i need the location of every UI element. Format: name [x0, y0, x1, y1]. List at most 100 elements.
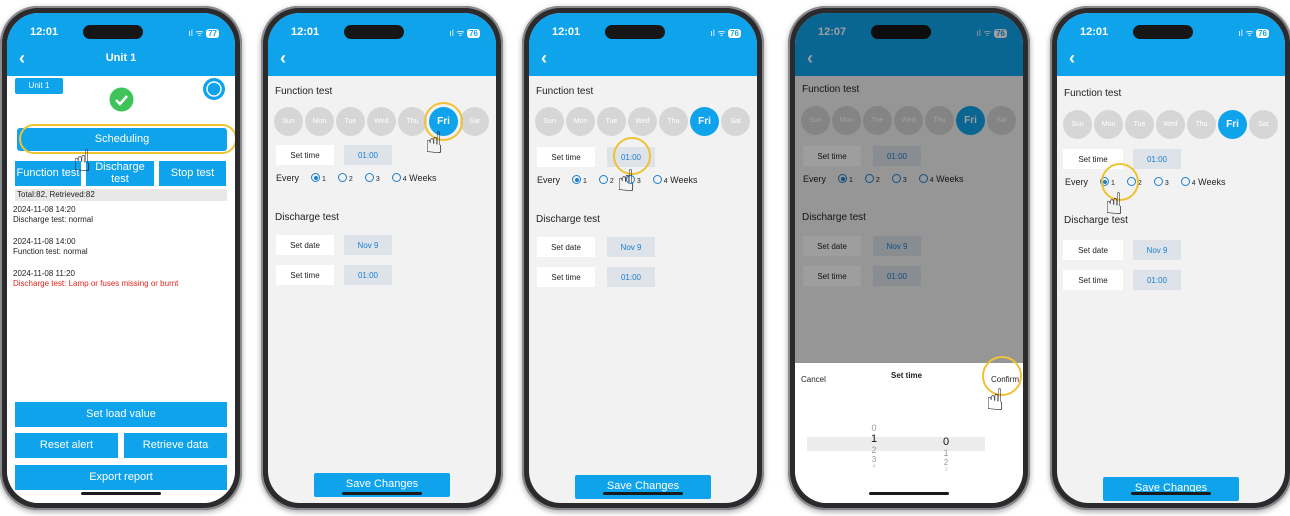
day-tue[interactable]: Tue [336, 107, 365, 136]
back-button[interactable]: ‹ [1069, 48, 1075, 69]
reset-alert-button[interactable]: Reset alert [15, 433, 118, 458]
tap-highlight-ring [19, 124, 235, 154]
unit-badge[interactable]: Unit 1 [15, 78, 63, 94]
day-wed[interactable]: Wed [628, 107, 657, 136]
hour-wheel[interactable]: 0 1 2 3 4 [867, 423, 881, 470]
day-mon[interactable]: Mon [1094, 110, 1123, 139]
screen-schedule-picker: 12:07 ıl ᯤ 76 ‹ Function test Sun Mon Tu… [795, 13, 1023, 503]
pointing-hand-icon: ☝ [617, 165, 636, 198]
battery-icon: 77 [206, 29, 219, 38]
discharge-date-field[interactable]: Nov 9 [1133, 240, 1181, 260]
minute-option: 1 [943, 448, 949, 458]
top-bar: 12:01 ıl ᯤ 76 ‹ [268, 13, 496, 76]
day-wed[interactable]: Wed [1156, 110, 1185, 139]
top-bar: 12:01 ıl ᯤ 76 ‹ [529, 13, 757, 76]
radio-4-label: 4 [1191, 180, 1196, 187]
radio-2[interactable] [337, 173, 347, 182]
status-time: 12:01 [1080, 26, 1109, 38]
function-test-title: Function test [1064, 88, 1122, 99]
radio-4-label: 4 [663, 178, 668, 185]
set-time-label: Set time [276, 145, 334, 165]
day-tue[interactable]: Tue [597, 107, 626, 136]
home-indicator [603, 492, 683, 495]
radio-4[interactable] [1180, 177, 1190, 186]
radio-2[interactable] [598, 175, 608, 184]
screen-schedule: 12:01 ıl ᯤ 76 ‹ Function test Sun Mon Tu… [268, 13, 496, 503]
radio-2-label: 2 [348, 176, 353, 183]
day-thu[interactable]: Thu [398, 107, 427, 136]
day-sun[interactable]: Sun [535, 107, 564, 136]
signal-icon: ıl [710, 28, 715, 38]
radio-1-selected[interactable] [311, 173, 321, 182]
day-fri-selected[interactable]: Fri [690, 107, 719, 136]
minute-wheel[interactable]: 0 1 2 3 [939, 436, 953, 473]
home-indicator [342, 492, 422, 495]
every-label: Every [1065, 177, 1089, 187]
set-time-label: Set time [276, 265, 334, 285]
function-time-field[interactable]: 01:00 [344, 145, 392, 165]
hour-option: 2 [871, 445, 877, 455]
record-text-alert: Discharge test: Lamp or fuses missing or… [13, 278, 179, 288]
weeks-label: Weeks [1198, 177, 1226, 187]
discharge-test-title: Discharge test [536, 214, 600, 225]
back-button[interactable]: ‹ [280, 48, 286, 69]
retrieve-data-button[interactable]: Retrieve data [124, 433, 227, 458]
day-sun[interactable]: Sun [1063, 110, 1092, 139]
phone-unit-detail: 12:01 ıl ᯤ 77 ‹ Unit 1 Unit 1 Scheduling… [0, 6, 242, 510]
radio-3[interactable] [364, 173, 374, 182]
day-sun[interactable]: Sun [274, 107, 303, 136]
status-bar: 12:01 ıl ᯤ 76 [1057, 23, 1285, 39]
export-report-button[interactable]: Export report [15, 465, 227, 490]
discharge-time-field[interactable]: 01:00 [344, 265, 392, 285]
day-sat[interactable]: Sat [1249, 110, 1278, 139]
day-mon[interactable]: Mon [305, 107, 334, 136]
discharge-time-field[interactable]: 01:00 [1133, 270, 1181, 290]
picker-cancel-button[interactable]: Cancel [801, 375, 826, 384]
day-sat[interactable]: Sat [721, 107, 750, 136]
record-item: 2024-11-08 14:00 Function test: normal [13, 237, 88, 256]
status-icons: ıl ᯤ 76 [449, 26, 480, 39]
radio-2-label: 2 [609, 178, 614, 185]
radio-3[interactable] [1153, 177, 1163, 186]
radio-4[interactable] [391, 173, 401, 182]
status-time: 12:01 [291, 26, 320, 38]
save-changes-button[interactable]: Save Changes [575, 475, 711, 499]
day-sat[interactable]: Sat [460, 107, 489, 136]
save-changes-button[interactable]: Save Changes [1103, 477, 1239, 501]
status-ok-icon [109, 87, 134, 112]
screen-schedule: 12:01 ıl ᯤ 76 ‹ Function test Sun Mon Tu… [529, 13, 757, 503]
stop-test-button[interactable]: Stop test [159, 161, 226, 186]
back-button[interactable]: ‹ [541, 48, 547, 69]
function-test-button[interactable]: Function test [15, 161, 81, 186]
discharge-time-field[interactable]: 01:00 [607, 267, 655, 287]
signal-icon: ıl [188, 28, 193, 38]
day-thu[interactable]: Thu [659, 107, 688, 136]
set-load-value-button[interactable]: Set load value [15, 402, 227, 427]
hour-option: 3 [871, 455, 877, 464]
set-time-label: Set time [537, 147, 595, 167]
phone-schedule-select-frequency: 12:01 ıl ᯤ 76 ‹ Function test Sun Mon Tu… [1050, 6, 1290, 510]
radio-3-label: 3 [636, 178, 641, 185]
record-text: Discharge test: normal [13, 214, 94, 224]
discharge-date-field[interactable]: Nov 9 [607, 237, 655, 257]
pointing-hand-icon: ☝ [73, 145, 92, 178]
device-icon[interactable] [202, 77, 226, 101]
records-summary: Total:82, Retrieved:82 [15, 189, 227, 201]
day-tue[interactable]: Tue [1125, 110, 1154, 139]
home-indicator [1131, 492, 1211, 495]
day-mon[interactable]: Mon [566, 107, 595, 136]
function-time-field[interactable]: 01:00 [1133, 149, 1181, 169]
radio-1-selected[interactable] [572, 175, 582, 184]
pointing-hand-icon: ☝ [425, 127, 444, 160]
day-wed[interactable]: Wed [367, 107, 396, 136]
radio-4[interactable] [652, 175, 662, 184]
wifi-icon: ᯤ [195, 28, 204, 38]
day-fri-selected[interactable]: Fri [1218, 110, 1247, 139]
pointing-hand-icon: ☝ [986, 384, 1005, 417]
home-indicator [869, 492, 949, 495]
day-thu[interactable]: Thu [1187, 110, 1216, 139]
minute-option-selected: 0 [942, 436, 950, 448]
modal-dim-overlay[interactable] [795, 13, 1023, 363]
discharge-test-button[interactable]: Discharge test [86, 161, 154, 186]
discharge-date-field[interactable]: Nov 9 [344, 235, 392, 255]
